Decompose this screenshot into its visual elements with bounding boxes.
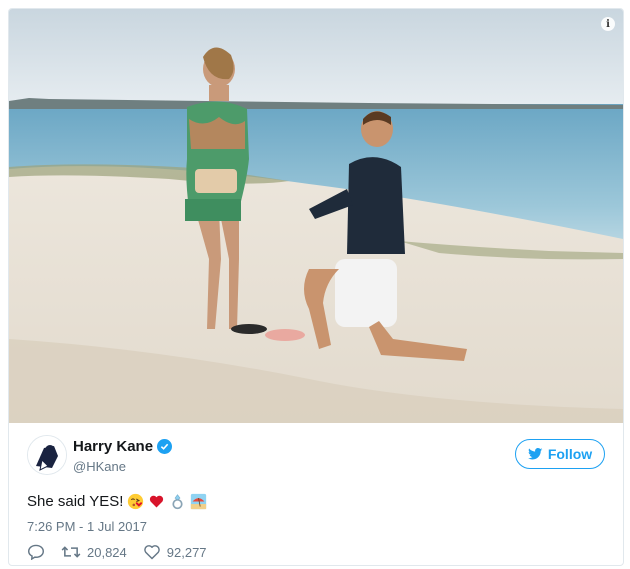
tweet-header: Harry Kane @HKane Follow: [27, 435, 605, 479]
embedded-tweet-card: i Harry Kane @HKane Follow She said YES!…: [8, 8, 624, 566]
author-handle[interactable]: @HKane: [73, 459, 172, 474]
verified-badge-icon: [157, 439, 173, 454]
tweet-text-content: She said YES!: [27, 493, 124, 510]
beach-with-umbrella-emoji: [191, 493, 207, 510]
heart-icon: [143, 545, 160, 560]
beach-proposal-photo: [9, 9, 623, 423]
like-count: 92,277: [166, 544, 207, 560]
ring-emoji: [172, 494, 184, 510]
avatar[interactable]: [27, 435, 67, 475]
like-action[interactable]: 92,277: [143, 544, 207, 560]
tweet-photo[interactable]: i: [9, 9, 623, 423]
info-icon[interactable]: i: [601, 17, 615, 31]
avatar-image: [28, 436, 66, 474]
author-block: Harry Kane @HKane: [73, 438, 173, 474]
tweet-actions: 20,824 92,277: [27, 544, 207, 560]
face-blowing-kiss-emoji: [128, 493, 144, 510]
tweet-text: She said YES!: [27, 493, 207, 510]
author-display-name[interactable]: Harry Kane: [73, 438, 153, 455]
follow-button[interactable]: Follow: [515, 439, 605, 469]
retweet-icon: [61, 546, 81, 558]
retweet-count: 20,824: [87, 544, 127, 560]
retweet-action[interactable]: 20,824: [61, 544, 127, 560]
reply-action[interactable]: [27, 544, 45, 560]
reply-icon: [27, 544, 45, 560]
follow-label: Follow: [547, 446, 593, 462]
author-display-name-row[interactable]: Harry Kane: [73, 438, 173, 455]
twitter-bird-icon: [527, 448, 543, 460]
red-heart-emoji: [150, 495, 164, 508]
tweet-timestamp[interactable]: 7:26 PM - 1 Jul 2017: [27, 519, 147, 534]
